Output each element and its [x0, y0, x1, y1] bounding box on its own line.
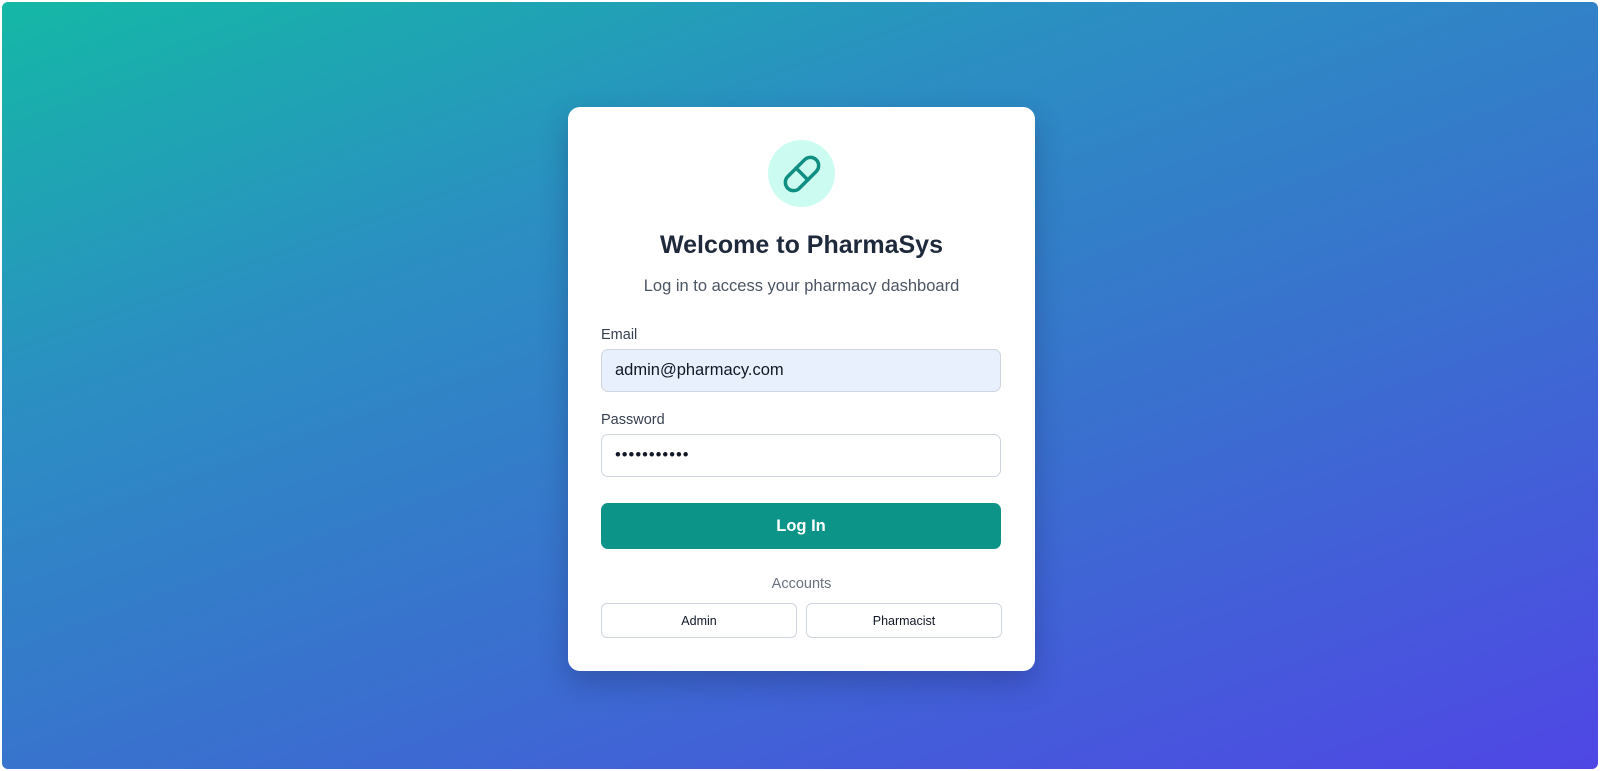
logo-badge [768, 140, 835, 207]
page-subtitle: Log in to access your pharmacy dashboard [643, 277, 960, 295]
pill-icon [783, 155, 820, 192]
admin-account-button[interactable]: Admin [601, 603, 797, 638]
password-label: Password [601, 412, 665, 428]
accounts-label: Accounts [771, 576, 832, 592]
email-field[interactable] [601, 349, 1001, 392]
background-gradient: Welcome to PharmaSys Log in to access yo… [2, 2, 1598, 769]
login-button[interactable]: Log In [601, 503, 1001, 549]
page-title: Welcome to PharmaSys [660, 231, 943, 259]
login-card: Welcome to PharmaSys Log in to access yo… [568, 107, 1035, 671]
password-field[interactable] [601, 434, 1001, 477]
pharmacist-account-button[interactable]: Pharmacist [806, 603, 1002, 638]
email-label: Email [601, 327, 638, 343]
